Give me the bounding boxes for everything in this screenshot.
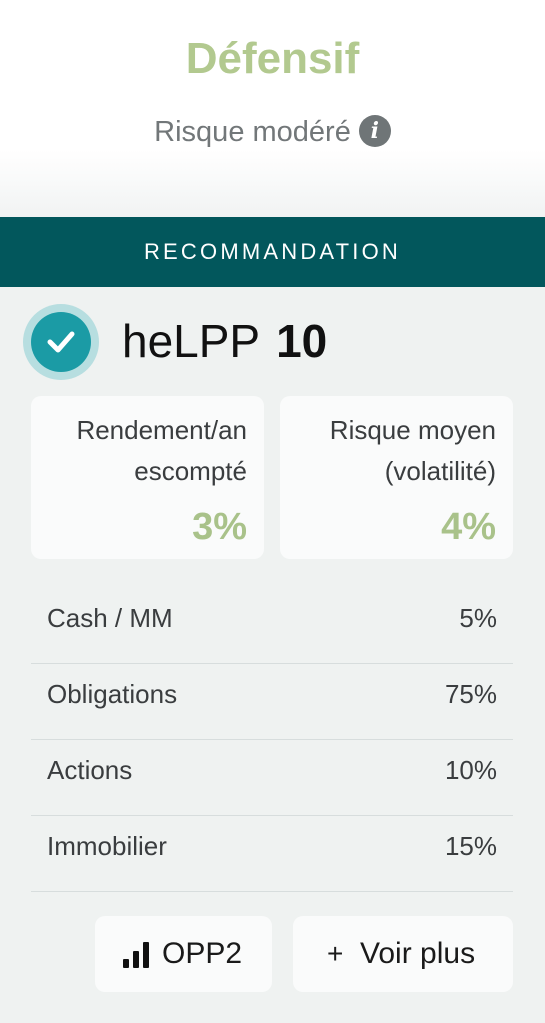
product-name-label: heLPP (122, 315, 260, 367)
volatility-label-line1: Risque moyen (329, 415, 496, 445)
bar-chart-icon (123, 942, 149, 968)
volatility-label-line2: (volatilité) (384, 456, 496, 486)
allocation-value: 75% (444, 679, 497, 709)
expected-return-label: Rendement/an escompté (76, 410, 247, 492)
expected-return-label-line2: escompté (134, 456, 247, 486)
allocation-row-equities: Actions 10% (31, 739, 513, 816)
allocation-value: 5% (459, 603, 497, 633)
allocation-row-bonds: Obligations 75% (31, 663, 513, 740)
allocation-value: 15% (444, 831, 497, 861)
volatility-value: 4% (441, 506, 496, 548)
allocation-name: Immobilier (47, 831, 167, 861)
see-more-button-label: Voir plus (360, 937, 476, 970)
opp2-button[interactable]: OPP2 (95, 916, 272, 992)
risk-level-label: Risque modéré (154, 116, 351, 148)
plus-icon: + (327, 938, 344, 969)
allocation-name: Actions (47, 755, 133, 785)
selected-checkbox[interactable] (23, 304, 99, 380)
opp2-button-label: OPP2 (162, 937, 243, 970)
volatility-card: Risque moyen (volatilité) 4% (280, 396, 513, 559)
allocation-name: Cash / MM (47, 603, 173, 633)
allocation-name: Obligations (47, 679, 178, 709)
volatility-label: Risque moyen (volatilité) (330, 410, 496, 492)
info-icon[interactable]: i (358, 115, 391, 148)
allocation-value: 10% (444, 755, 497, 785)
allocation-row-cash: Cash / MM 5% (31, 587, 513, 664)
recommendation-header: RECOMMANDATION (0, 217, 545, 287)
risk-level-line: Risque modéré i (0, 115, 545, 149)
expected-return-value: 3% (192, 506, 247, 548)
expected-return-label-line1: Rendement/an (76, 415, 247, 445)
profile-section: Défensif Risque modéré i (0, 0, 545, 217)
check-icon (31, 312, 91, 372)
allocation-row-real-estate: Immobilier 15% (31, 815, 513, 892)
product-name: heLPP 10 (122, 312, 327, 370)
expected-return-card: Rendement/an escompté 3% (31, 396, 264, 559)
see-more-button[interactable]: + Voir plus (293, 916, 513, 992)
profile-title: Défensif (185, 34, 360, 83)
product-number: 10 (276, 315, 328, 367)
